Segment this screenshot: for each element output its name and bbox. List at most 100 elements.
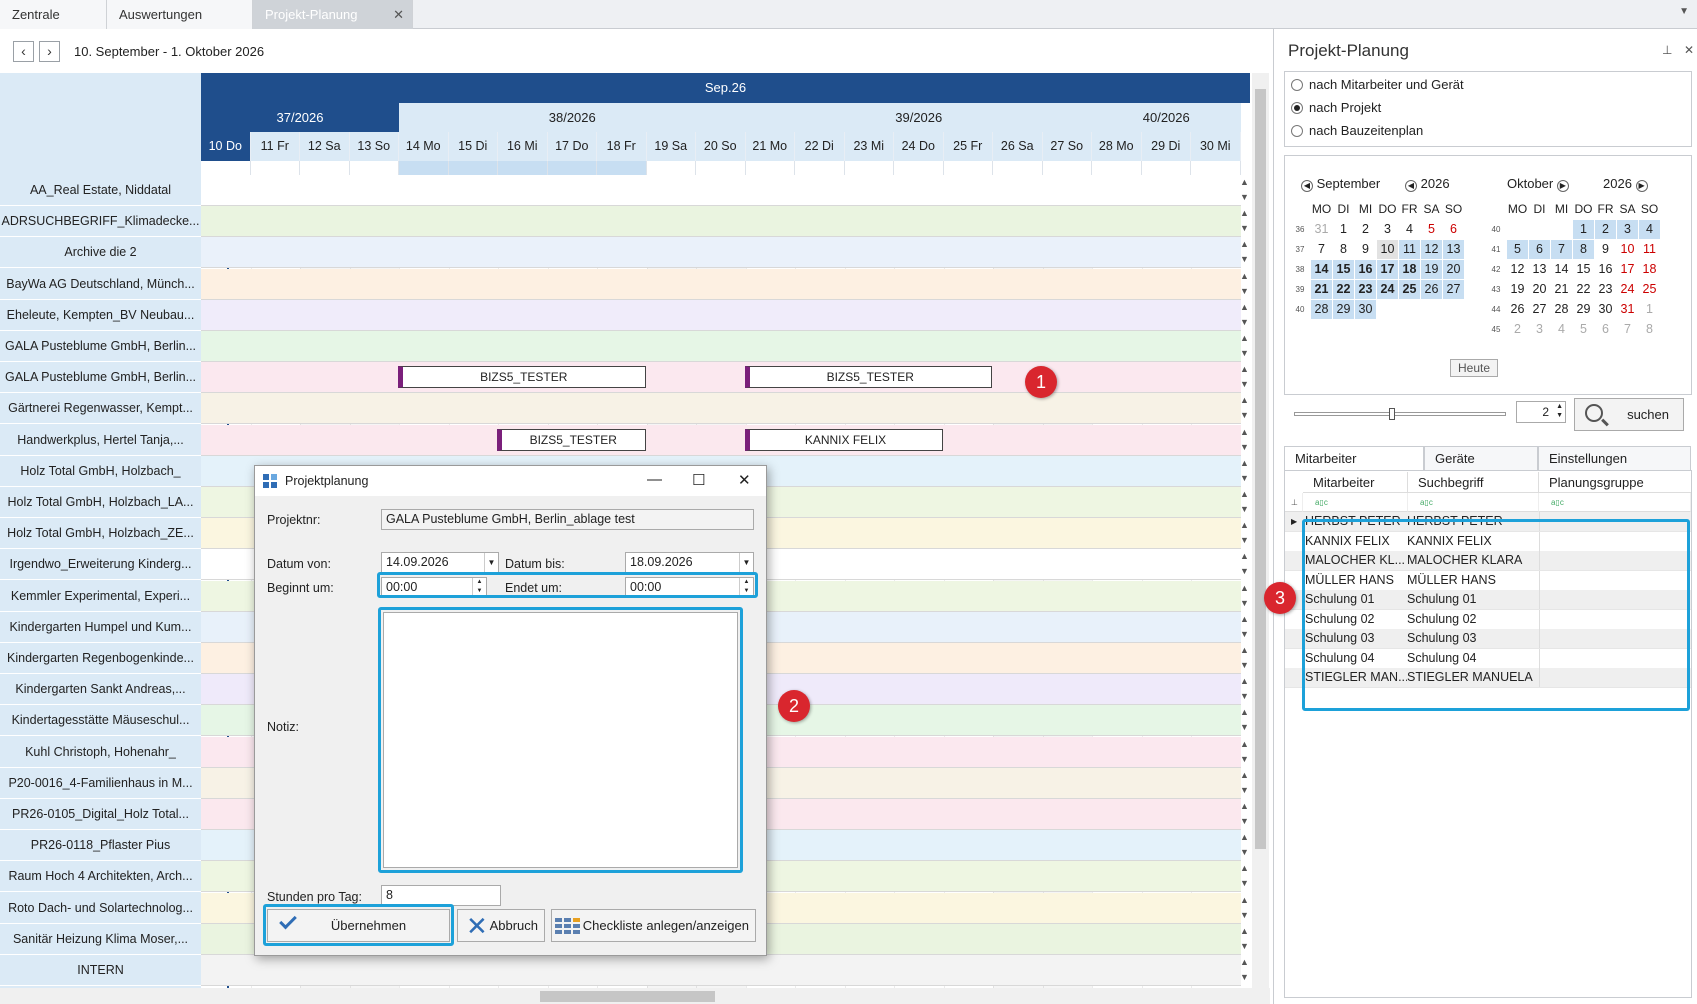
chevron-down-icon[interactable]: ▼ [739,553,753,572]
calendar-day[interactable]: 24 [1377,280,1398,299]
projektnr-field[interactable]: GALA Pusteblume GmbH, Berlin_ablage test [381,509,754,530]
day-header[interactable]: 16 Mi [498,132,548,161]
row-label[interactable]: Kindergarten Humpel und Kum... [0,611,201,643]
calendar-day[interactable]: 22 [1573,280,1594,299]
today-button[interactable]: Heute [1450,359,1498,377]
row-label[interactable]: GALA Pusteblume GmbH, Berlin... [0,362,201,394]
calendar-day[interactable]: 4 [1399,220,1420,239]
day-selection-cell[interactable] [943,161,993,175]
calendar-day[interactable]: 20 [1443,260,1464,279]
row-label[interactable]: Holz Total GmbH, Holzbach_ZE... [0,518,201,550]
planning-bar[interactable]: KANNIX FELIX [744,428,943,451]
prev-button[interactable]: ‹ [13,41,34,62]
row-scroll-arrows-icon[interactable]: ▲ ▼ [1239,269,1250,300]
row-label[interactable]: Raum Hoch 4 Architekten, Arch... [0,861,201,893]
horizontal-scrollbar[interactable] [0,988,1270,1004]
chevron-down-icon[interactable]: ▼ [484,553,498,572]
row-scroll-arrows-icon[interactable]: ▲ ▼ [1239,612,1250,643]
scrollbar-thumb[interactable] [1255,89,1266,849]
calendar-day[interactable]: 2 [1355,220,1376,239]
row-scroll-arrows-icon[interactable]: ▲ ▼ [1239,331,1250,362]
day-selection-cell[interactable] [448,161,498,175]
day-header[interactable]: 10 Do [201,132,251,161]
row-label[interactable]: Kindergarten Sankt Andreas,... [0,674,201,706]
filter-pin-icon[interactable]: ⊥ [1285,493,1303,512]
row-scroll-arrows-icon[interactable]: ▲ ▼ [1239,425,1250,456]
row-label[interactable]: Kuhl Christoph, Hohenahr_ [0,736,201,768]
calendar-day[interactable]: 18 [1639,260,1660,279]
filter-suchbegriff[interactable]: a▯c [1408,493,1539,512]
row-label[interactable]: Gärtnerei Regenwasser, Kempt... [0,393,201,425]
row-scroll-arrows-icon[interactable]: ▲ ▼ [1239,206,1250,237]
row-scroll-arrows-icon[interactable]: ▲ ▼ [1239,768,1250,799]
calendar-day[interactable]: 12 [1421,240,1442,259]
calendar-day[interactable]: 8 [1333,240,1354,259]
radio-bauzeitenplan[interactable]: nach Bauzeitenplan [1291,122,1423,140]
row-label[interactable]: PR26-0105_Digital_Holz Total... [0,799,201,830]
calendar-day[interactable]: 5 [1421,220,1442,239]
calendar-day[interactable]: 26 [1421,280,1442,299]
minimize-button[interactable]: — [647,471,662,488]
day-header[interactable]: 14 Mo [399,132,449,161]
row-label[interactable]: Sanitär Heizung Klima Moser,... [0,923,201,955]
row-track[interactable] [201,268,1241,300]
filter-mitarbeiter[interactable]: a▯c [1303,493,1408,512]
planning-bar[interactable]: BIZS5_TESTER [398,366,646,389]
calendar-day[interactable]: 20 [1529,280,1550,299]
calendar-day[interactable]: 28 [1551,300,1572,319]
day-selection-cell[interactable] [201,161,251,175]
calendar-day[interactable]: 4 [1639,220,1660,239]
row-scroll-arrows-icon[interactable]: ▲ ▼ [1239,549,1250,580]
next-button[interactable]: › [39,41,60,62]
calendar-day[interactable]: 14 [1311,260,1332,279]
day-selection-cell[interactable] [547,161,597,175]
day-header[interactable]: 12 Sa [300,132,350,161]
day-selection-cell[interactable] [1191,161,1241,175]
calendar-day[interactable]: 19 [1421,260,1442,279]
row-scroll-arrows-icon[interactable]: ▲ ▼ [1239,456,1250,487]
planning-bar[interactable]: BIZS5_TESTER [497,428,646,451]
day-header[interactable]: 20 So [696,132,746,161]
row-scroll-arrows-icon[interactable]: ▲ ▼ [1239,893,1250,924]
row-scroll-arrows-icon[interactable]: ▲ ▼ [1239,237,1250,268]
calendar-day[interactable]: 29 [1573,300,1594,319]
calendar-day[interactable]: 25 [1399,280,1420,299]
calendar-day[interactable]: 23 [1355,280,1376,299]
spinner-arrows-icon[interactable]: ▲ ▼ [1556,402,1563,420]
day-selection-cell[interactable] [844,161,894,175]
row-track[interactable] [201,175,1241,206]
row-label[interactable]: PR26-0118_Pflaster Pius [0,830,201,862]
row-label[interactable]: Kemmler Experimental, Experi... [0,580,201,612]
day-selection-cell[interactable] [646,161,696,175]
stunden-field[interactable]: 8 [381,885,501,906]
filter-planungsgruppe[interactable]: a▯c [1539,493,1691,512]
calendar-day[interactable]: 16 [1355,260,1376,279]
calendar-day[interactable]: 3 [1377,220,1398,239]
calendar-day[interactable]: 31 [1311,220,1332,239]
calendar-day[interactable]: 9 [1595,240,1616,259]
day-header[interactable]: 28 Mo [1092,132,1142,161]
day-selection-cell[interactable] [399,161,449,175]
calendar-day[interactable]: 25 [1639,280,1660,299]
row-scroll-arrows-icon[interactable]: ▲ ▼ [1239,393,1250,424]
day-header[interactable]: 19 Sa [646,132,696,161]
calendar-day[interactable]: 11 [1399,240,1420,259]
tab-geraete[interactable]: Geräte [1424,446,1538,471]
row-track[interactable] [201,393,1241,425]
calendar-day[interactable]: 13 [1443,240,1464,259]
calendar-day[interactable]: 17 [1377,260,1398,279]
datum-von-field[interactable]: 14.09.2026 ▼ [381,552,499,573]
row-scroll-arrows-icon[interactable]: ▲ ▼ [1239,737,1250,768]
cal2-year[interactable]: 2026 ▶ [1603,176,1648,192]
arrow-left-icon[interactable]: ◀ [1301,180,1313,192]
day-header[interactable]: 23 Mi [844,132,894,161]
row-label[interactable]: Holz Total GmbH, Holzbach_LA... [0,487,201,518]
calendar-day[interactable]: 24 [1617,280,1638,299]
tab-auswertungen[interactable]: Auswertungen [107,0,253,29]
row-label[interactable]: BayWa AG Deutschland, Münch... [0,268,201,300]
search-button[interactable]: suchen [1574,398,1684,431]
calendar-day[interactable]: 8 [1573,240,1594,259]
calendar-day[interactable]: 16 [1595,260,1616,279]
cal2-month[interactable]: Oktober ▶ [1507,176,1569,192]
calendar-day[interactable]: 27 [1529,300,1550,319]
